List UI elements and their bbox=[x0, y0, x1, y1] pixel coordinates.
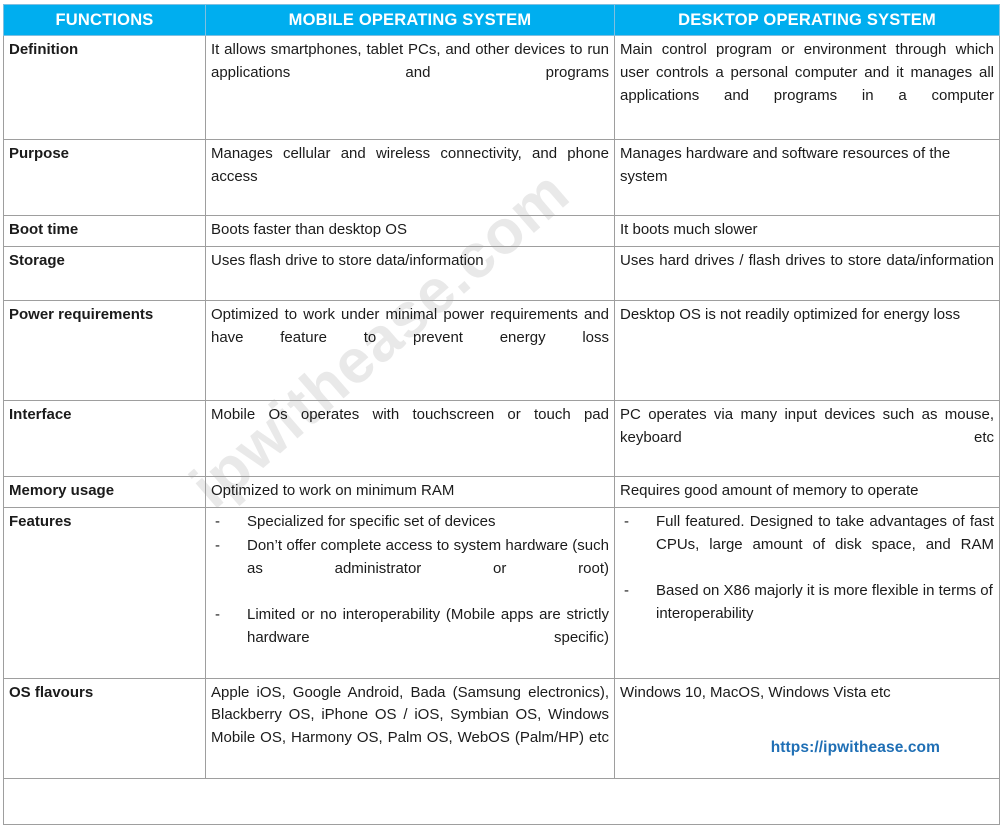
cell-desktop-definition: Main control program or environment thro… bbox=[614, 35, 1000, 140]
table-row: Purpose Manages cellular and wireless co… bbox=[3, 138, 1000, 217]
row-label-purpose: Purpose bbox=[3, 138, 206, 217]
row-label-power-requirements: Power requirements bbox=[3, 299, 206, 401]
cell-mobile-interface: Mobile Os operates with touchscreen or t… bbox=[205, 399, 615, 478]
table-row: Definition It allows smartphones, tablet… bbox=[3, 35, 1000, 140]
comparison-table-page: ipwithease.com FUNCTIONS MOBILE OPERATIN… bbox=[0, 4, 1000, 825]
table-header-row: FUNCTIONS MOBILE OPERATING SYSTEM DESKTO… bbox=[3, 4, 1000, 36]
cell-mobile-memory-usage: Optimized to work on minimum RAM bbox=[205, 476, 615, 508]
row-label-memory-usage: Memory usage bbox=[3, 476, 206, 508]
list-item: Specialized for specific set of devices bbox=[211, 511, 609, 534]
cell-desktop-memory-usage: Requires good amount of memory to operat… bbox=[614, 476, 1000, 508]
table-row: Features Specialized for specific set of… bbox=[3, 506, 1000, 679]
cell-desktop-interface: PC operates via many input devices such … bbox=[614, 399, 1000, 478]
desktop-features-list: Full featured. Designed to take advantag… bbox=[620, 511, 994, 626]
table-row: OS flavours Apple iOS, Google Android, B… bbox=[3, 677, 1000, 779]
cell-desktop-power-requirements: Desktop OS is not readily optimized for … bbox=[614, 299, 1000, 401]
mobile-features-list: Specialized for specific set of devices … bbox=[211, 511, 609, 673]
row-label-boot-time: Boot time bbox=[3, 215, 206, 248]
row-label-os-flavours: OS flavours bbox=[3, 677, 206, 779]
table-row-blank bbox=[3, 777, 1000, 825]
cell-mobile-power-requirements: Optimized to work under minimal power re… bbox=[205, 299, 615, 401]
cell-mobile-purpose: Manages cellular and wireless connectivi… bbox=[205, 138, 615, 217]
table-row: Interface Mobile Os operates with touchs… bbox=[3, 399, 1000, 478]
cell-mobile-boot-time: Boots faster than desktop OS bbox=[205, 215, 615, 248]
footer-site-url[interactable]: https://ipwithease.com bbox=[771, 739, 940, 757]
blank-row-cell bbox=[3, 777, 1000, 825]
cell-desktop-boot-time: It boots much slower bbox=[614, 215, 1000, 248]
row-label-definition: Definition bbox=[3, 35, 206, 140]
cell-mobile-features: Specialized for specific set of devices … bbox=[205, 506, 615, 679]
cell-mobile-storage: Uses flash drive to store data/informati… bbox=[205, 246, 615, 301]
table-row: Power requirements Optimized to work und… bbox=[3, 299, 1000, 401]
column-header-mobile-os: MOBILE OPERATING SYSTEM bbox=[205, 4, 615, 36]
table-row: Storage Uses flash drive to store data/i… bbox=[3, 246, 1000, 301]
table-row: Memory usage Optimized to work on minimu… bbox=[3, 476, 1000, 508]
row-label-storage: Storage bbox=[3, 246, 206, 301]
cell-desktop-purpose: Manages hardware and software resources … bbox=[614, 138, 1000, 217]
cell-desktop-os-flavours: Windows 10, MacOS, Windows Vista etc bbox=[614, 677, 1000, 779]
list-item: Limited or no interoperability (Mobile a… bbox=[211, 604, 609, 672]
cell-desktop-features: Full featured. Designed to take advantag… bbox=[614, 506, 1000, 679]
cell-desktop-storage: Uses hard drives / flash drives to store… bbox=[614, 246, 1000, 301]
list-item: Based on X86 majorly it is more flexible… bbox=[620, 580, 994, 626]
row-label-interface: Interface bbox=[3, 399, 206, 478]
list-item: Full featured. Designed to take advantag… bbox=[620, 511, 994, 579]
row-label-features: Features bbox=[3, 506, 206, 679]
mobile-vs-desktop-os-table: FUNCTIONS MOBILE OPERATING SYSTEM DESKTO… bbox=[3, 4, 1000, 825]
cell-mobile-definition: It allows smartphones, tablet PCs, and o… bbox=[205, 35, 615, 140]
column-header-desktop-os: DESKTOP OPERATING SYSTEM bbox=[614, 4, 1000, 36]
list-item: Don’t offer complete access to system ha… bbox=[211, 535, 609, 603]
cell-mobile-os-flavours: Apple iOS, Google Android, Bada (Samsung… bbox=[205, 677, 615, 779]
column-header-functions: FUNCTIONS bbox=[3, 4, 206, 36]
table-row: Boot time Boots faster than desktop OS I… bbox=[3, 215, 1000, 248]
